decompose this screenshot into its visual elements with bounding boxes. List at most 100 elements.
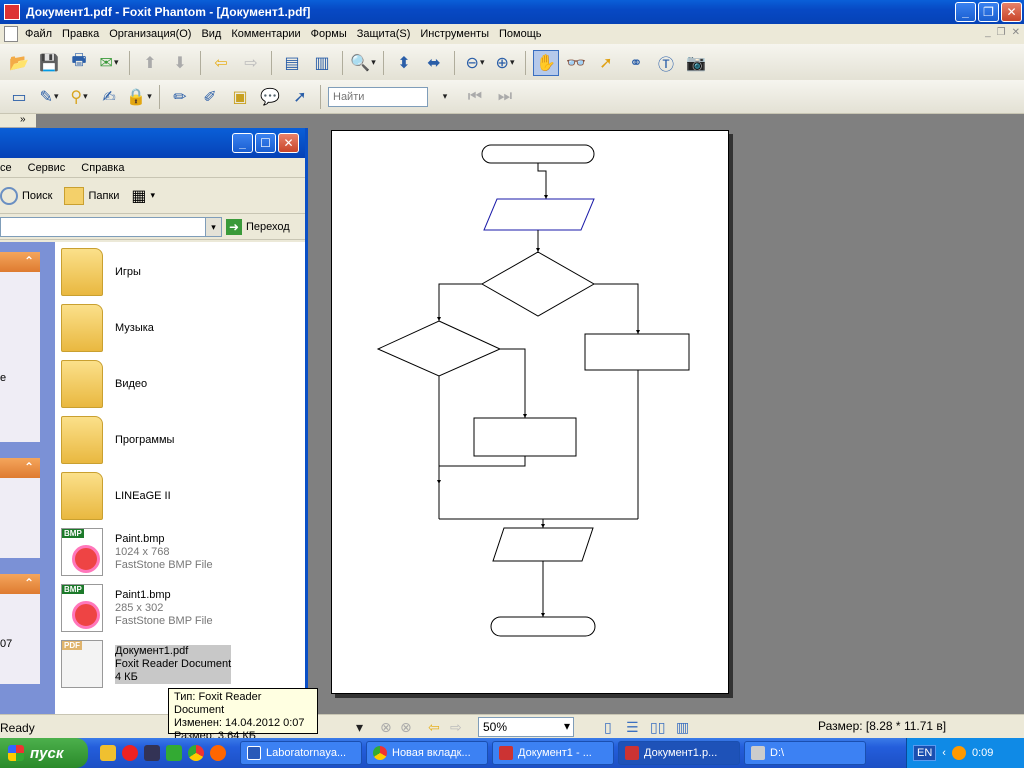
menu-organize[interactable]: Организация(O) [104, 28, 196, 40]
tray-arrow-icon[interactable]: ‹ [942, 747, 946, 759]
textbox-icon[interactable]: ▣ [227, 84, 253, 110]
status-back-icon[interactable]: ⇦ [428, 719, 444, 735]
minimize-button[interactable]: _ [955, 2, 976, 22]
note-icon[interactable]: 💬 [257, 84, 283, 110]
continuous-facing-icon[interactable]: ▥ [676, 719, 692, 735]
fit-width-icon[interactable]: ⬌ [421, 50, 447, 76]
email-icon[interactable]: ✉ [96, 50, 122, 76]
document-icon[interactable] [4, 26, 18, 42]
menu-comments[interactable]: Комментарии [226, 28, 305, 40]
quicklaunch-icon[interactable] [144, 745, 160, 761]
doc-close-button[interactable]: ✕ [1012, 27, 1020, 38]
lock-icon[interactable]: 🔒 [126, 84, 152, 110]
print-icon[interactable]: 🖶 [66, 50, 92, 76]
find-previous-icon[interactable]: ⏮ [462, 84, 488, 110]
firefox-icon[interactable] [210, 745, 226, 761]
status-stop-icon[interactable]: ⊗ [400, 719, 416, 735]
address-dropdown-icon[interactable]: ▾ [205, 217, 221, 236]
status-forward-icon[interactable]: ⇨ [450, 719, 466, 735]
hand-tool-icon[interactable]: ✋ [533, 49, 559, 76]
menu-help[interactable]: Помощь [494, 28, 547, 40]
zoom-out-icon[interactable]: ⊖ [462, 50, 488, 76]
extract-page-icon[interactable]: ▥ [309, 50, 335, 76]
page-dropdown-icon[interactable]: ▾ [356, 719, 372, 735]
go-button[interactable]: ➜ Переход [226, 218, 290, 235]
scroll-up-icon[interactable]: ⬆ [137, 50, 163, 76]
find-next-icon[interactable]: ⏭ [492, 84, 518, 110]
explorer-maximize-button[interactable]: ☐ [255, 133, 276, 153]
scroll-down-icon[interactable]: ⬇ [167, 50, 193, 76]
taskbar-item[interactable]: Laboratornaya... [240, 741, 362, 765]
stop-icon[interactable]: ⊗ [380, 719, 396, 735]
binoculars-icon[interactable]: ⚭ [623, 50, 649, 76]
snapshot-icon[interactable]: 📷 [683, 50, 709, 76]
file-item[interactable]: LINEaGE II [61, 470, 301, 522]
save-icon[interactable]: 💾 [36, 50, 62, 76]
forward-arrow-icon[interactable]: ⇨ [238, 50, 264, 76]
task-group-header[interactable] [0, 574, 40, 594]
file-item[interactable]: Paint1.bmp 285 x 302 FastStone BMP File [61, 582, 301, 634]
explorer-minimize-button[interactable]: _ [232, 133, 253, 153]
explorer-menu-tools[interactable]: Сервис [20, 162, 74, 174]
document-view[interactable] [308, 114, 1024, 714]
file-item[interactable]: Игры [61, 246, 301, 298]
single-page-icon[interactable]: ▯ [604, 719, 620, 735]
tray-app-icon[interactable] [951, 746, 966, 760]
folders-button[interactable]: Папки [64, 186, 119, 205]
back-arrow-icon[interactable]: ⇦ [208, 50, 234, 76]
quicklaunch-icon[interactable] [166, 745, 182, 761]
arrow-line-icon[interactable]: ➚ [287, 84, 313, 110]
search-button[interactable]: Поиск [0, 186, 52, 205]
file-item[interactable]: Paint.bmp 1024 x 768 FastStone BMP File [61, 526, 301, 578]
menu-forms[interactable]: Формы [306, 28, 352, 40]
sign-icon[interactable]: ✍ [96, 84, 122, 110]
taskbar-item[interactable]: D:\ [744, 741, 866, 765]
menu-view[interactable]: Вид [196, 28, 226, 40]
zoom-icon[interactable]: 🔍 [350, 50, 376, 76]
menu-file[interactable]: Файл [20, 28, 57, 40]
doc-restore-button[interactable]: ❐ [997, 27, 1006, 38]
facing-icon[interactable]: ▯▯ [650, 719, 666, 735]
start-button[interactable]: пуск [0, 738, 88, 768]
find-options-icon[interactable]: ▾ [432, 84, 458, 110]
loupe-icon[interactable]: 👓 [563, 50, 589, 76]
file-item[interactable]: Музыка [61, 302, 301, 354]
taskbar-item[interactable]: Новая вкладк... [366, 741, 488, 765]
fit-page-icon[interactable]: ⬍ [391, 50, 417, 76]
select-arrow-icon[interactable]: ➚ [593, 50, 619, 76]
zoom-in-icon[interactable]: ⊕ [492, 50, 518, 76]
explorer-menu-help[interactable]: Справка [73, 162, 132, 174]
taskbar-item-active[interactable]: Документ1.p... [618, 741, 740, 765]
task-group-header[interactable] [0, 252, 40, 272]
select-text-icon[interactable]: Ⓣ [653, 50, 679, 76]
window-icon[interactable]: ▭ [6, 84, 32, 110]
insert-page-icon[interactable]: ▤ [279, 50, 305, 76]
edit-pen-icon[interactable]: ✎ [36, 84, 62, 110]
maximize-button[interactable]: ❐ [978, 2, 999, 22]
opera-icon[interactable] [122, 745, 138, 761]
file-item[interactable]: Программы [61, 414, 301, 466]
taskbar-item[interactable]: Документ1 - ... [492, 741, 614, 765]
menu-protect[interactable]: Защита(S) [352, 28, 416, 40]
doc-minimize-button[interactable]: _ [985, 27, 991, 38]
panel-expand-strip[interactable]: » [0, 114, 36, 128]
chrome-icon[interactable] [188, 745, 204, 761]
zoom-select[interactable]: 50% [478, 717, 574, 737]
close-button[interactable]: ✕ [1001, 2, 1022, 22]
address-input[interactable]: ▾ [0, 216, 222, 237]
explorer-close-button[interactable]: ✕ [278, 133, 299, 153]
quicklaunch-icon[interactable] [100, 745, 116, 761]
views-button[interactable]: ▦ ▾ [131, 186, 155, 206]
find-input[interactable] [328, 86, 428, 107]
file-item[interactable]: Видео [61, 358, 301, 410]
stamp-icon[interactable]: ⚲ [66, 84, 92, 110]
explorer-menu-favorites[interactable]: се [0, 162, 20, 174]
language-indicator[interactable]: EN [913, 745, 937, 761]
file-item-selected[interactable]: Документ1.pdf Foxit Reader Document 4 КБ [61, 638, 301, 690]
annotate-icon[interactable]: ✏ [167, 84, 193, 110]
open-folder-icon[interactable]: 📂 [6, 50, 32, 76]
menu-tools[interactable]: Инструменты [415, 28, 494, 40]
task-group-header[interactable] [0, 458, 40, 478]
continuous-icon[interactable]: ☰ [626, 719, 642, 735]
menu-edit[interactable]: Правка [57, 28, 104, 40]
